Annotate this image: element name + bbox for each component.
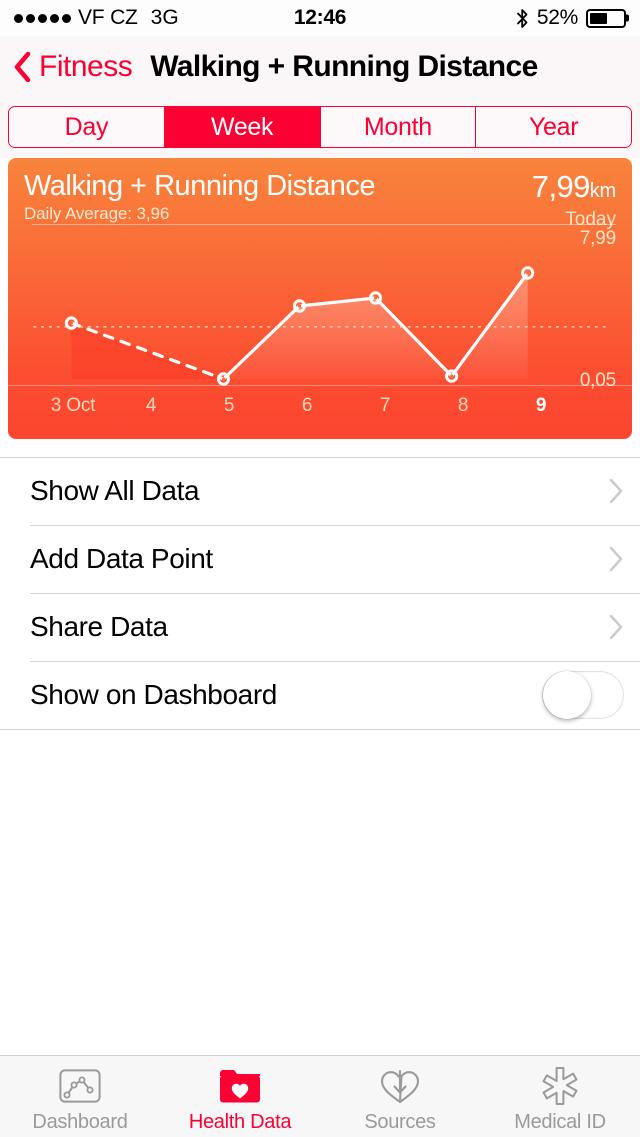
list-item-label: Add Data Point (30, 543, 213, 574)
navigation-bar: Fitness Walking + Running Distance (0, 36, 640, 98)
list-item-label: Share Data (30, 611, 168, 642)
options-list: Show All Data Add Data Point Share Data … (0, 457, 640, 730)
show-on-dashboard-toggle[interactable] (542, 671, 624, 719)
chart-plot-area[interactable]: 7,99 0,05 3 Oct 4 5 6 7 8 9 (8, 225, 632, 439)
tab-health-data[interactable]: Health Data (160, 1056, 320, 1137)
bluetooth-icon (516, 8, 528, 28)
heart-download-icon (378, 1064, 422, 1108)
segment-day[interactable]: Day (9, 107, 165, 147)
segmented-control-container: Day Week Month Year (0, 98, 640, 158)
status-bar-right: 52% (516, 6, 626, 30)
signal-strength-dots (14, 13, 71, 23)
time-range-segmented-control[interactable]: Day Week Month Year (8, 106, 632, 148)
status-bar-left: VF CZ 3G (14, 6, 179, 30)
battery-percentage: 52% (536, 6, 578, 29)
tab-label: Health Data (188, 1110, 292, 1133)
carrier-name: VF CZ (78, 6, 138, 29)
segment-week[interactable]: Week (164, 107, 321, 147)
x-axis-tick-label: 3 Oct (50, 395, 96, 416)
chart-card-title: Walking + Running Distance (24, 170, 376, 202)
segment-month[interactable]: Month (320, 107, 477, 147)
x-axis-labels: 3 Oct 4 5 6 7 8 9 (8, 395, 632, 425)
tab-sources[interactable]: Sources (320, 1056, 480, 1137)
network-type: 3G (150, 6, 179, 29)
x-axis-line (8, 385, 632, 386)
tab-medical-id[interactable]: Medical ID (480, 1056, 640, 1137)
list-item-share-data[interactable]: Share Data (0, 593, 640, 661)
tab-bar: Dashboard Health Data Sources Medical ID (0, 1055, 640, 1137)
chart-card[interactable]: Walking + Running Distance Daily Average… (8, 158, 632, 439)
page-title: Walking + Running Distance (150, 50, 538, 83)
list-item-add-data-point[interactable]: Add Data Point (0, 525, 640, 593)
back-button[interactable]: Fitness (14, 50, 133, 84)
list-item-label: Show on Dashboard (30, 679, 277, 710)
x-axis-tick-label: 8 (457, 395, 469, 416)
medical-asterisk-icon (539, 1064, 581, 1108)
chart-card-value-block: 7,99km Today (532, 170, 616, 231)
list-item-show-on-dashboard[interactable]: Show on Dashboard (0, 661, 640, 729)
tab-label: Medical ID (514, 1110, 606, 1133)
chevron-right-icon (609, 546, 623, 572)
folder-heart-icon (218, 1064, 262, 1108)
x-axis-tick-label: 7 (379, 395, 391, 416)
chevron-right-icon (609, 614, 623, 640)
list-item-label: Show All Data (30, 475, 200, 506)
battery-icon (586, 8, 626, 28)
x-axis-tick-label: 5 (223, 395, 235, 416)
list-bottom-separator (0, 729, 640, 730)
x-axis-tick-label: 6 (301, 395, 313, 416)
list-item-show-all-data[interactable]: Show All Data (0, 457, 640, 525)
chart-card-value: 7,99km (532, 170, 616, 208)
tab-dashboard[interactable]: Dashboard (0, 1056, 160, 1137)
chart-card-header: Walking + Running Distance Daily Average… (8, 158, 632, 230)
dashboard-chart-icon (59, 1064, 101, 1108)
chevron-left-icon (14, 52, 31, 82)
back-button-label: Fitness (39, 50, 133, 83)
x-axis-tick-label: 9 (535, 395, 547, 416)
toggle-knob (543, 671, 591, 719)
chart-card-daily-average: Daily Average: 3,96 (24, 204, 170, 223)
status-bar: VF CZ 3G 12:46 52% (0, 0, 640, 36)
chart-card-value-unit: km (589, 180, 616, 202)
chart-card-value-number: 7,99 (531, 169, 591, 204)
segment-year[interactable]: Year (476, 107, 631, 147)
x-axis-tick-label: 4 (145, 395, 157, 416)
chevron-right-icon (609, 478, 623, 504)
tab-label: Dashboard (32, 1110, 128, 1133)
tab-label: Sources (364, 1110, 436, 1133)
